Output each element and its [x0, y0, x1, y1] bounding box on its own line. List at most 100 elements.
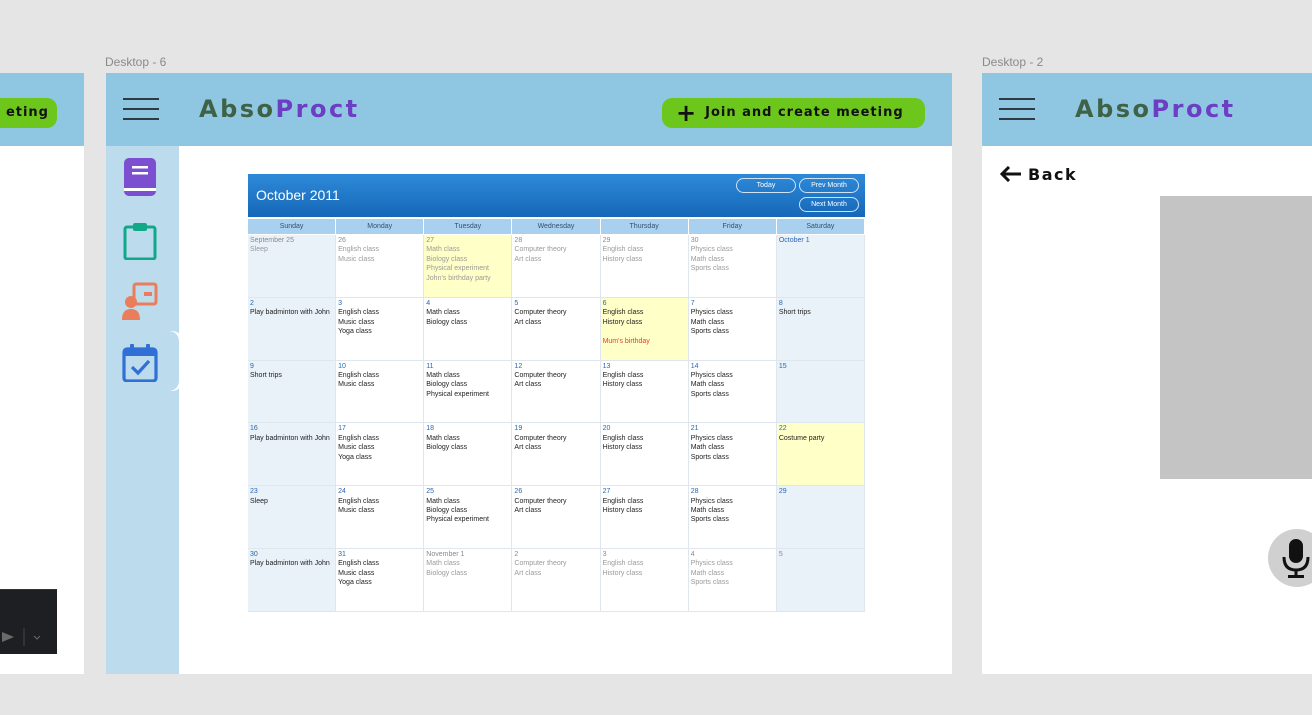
calendar-day-cell[interactable]: 4 Physics class Math class Sports class [688, 549, 777, 612]
calendar-day-cell[interactable]: 22 Costume party [776, 423, 865, 487]
calendar-day-cell[interactable]: 31 English class Music class Yoga class [336, 549, 425, 612]
calendar-event[interactable]: Computer theory [514, 245, 597, 254]
calendar-day-cell[interactable]: 23 Sleep [248, 486, 337, 549]
calendar-day-cell[interactable]: 5 Computer theory Art class [512, 297, 601, 361]
calendar-event[interactable]: Yoga class [338, 453, 421, 462]
calendar-day-cell[interactable]: 2 Computer theory Art class [512, 549, 601, 612]
calendar-event[interactable]: History class [603, 255, 686, 264]
calendar-event[interactable]: John's birthday party [426, 274, 509, 283]
calendar-event[interactable]: Biology class [426, 318, 509, 327]
calendar-special-event[interactable]: Mum's birthday [603, 337, 686, 346]
calendar-day-cell[interactable]: November 1 Math class Biology class [424, 549, 513, 612]
calendar-event[interactable]: Math class [691, 380, 774, 389]
hamburger-menu-icon[interactable] [123, 98, 159, 120]
calendar-event[interactable]: Math class [426, 497, 509, 506]
calendar-day-cell[interactable]: October 1 [776, 235, 865, 298]
calendar-event[interactable]: Sports class [691, 327, 774, 336]
today-button[interactable]: Today [736, 178, 796, 193]
calendar-event[interactable]: History class [603, 318, 686, 327]
calendar-day-cell[interactable]: 4 Math class Biology class [424, 297, 513, 361]
calendar-event[interactable]: English class [338, 245, 421, 254]
calendar-event[interactable]: English class [603, 371, 686, 380]
calendar-event[interactable]: Computer theory [514, 434, 597, 443]
calendar-event[interactable]: Play badminton with John [250, 559, 333, 568]
calendar-day-cell[interactable]: 27 Math class Biology class Physical experi… [424, 235, 513, 298]
calendar-day-cell[interactable]: 24 English class Music class [336, 486, 425, 549]
calendar-day-cell[interactable]: 27 English class History class [600, 486, 689, 549]
calendar-event[interactable]: English class [603, 308, 686, 317]
calendar-event[interactable]: Math class [691, 506, 774, 515]
calendar-event[interactable]: Music class [338, 380, 421, 389]
calendar-day-cell[interactable]: 16 Play badminton with John [248, 423, 337, 487]
calendar-event[interactable]: Sports class [691, 390, 774, 399]
calendar-event[interactable]: History class [603, 506, 686, 515]
calendar-event[interactable]: Music class [338, 255, 421, 264]
calendar-event[interactable]: Physical experiment [426, 264, 509, 273]
calendar-day-cell[interactable]: 5 [776, 549, 865, 612]
calendar-event[interactable]: Play badminton with John [250, 308, 333, 317]
calendar-check-icon[interactable] [122, 344, 158, 382]
calendar-event[interactable]: Math class [426, 308, 509, 317]
calendar-event[interactable]: Math class [691, 443, 774, 452]
calendar-event[interactable]: Sports class [691, 578, 774, 587]
calendar-day-cell[interactable]: 10 English class Music class [336, 360, 425, 424]
calendar-event[interactable]: Play badminton with John [250, 434, 333, 443]
calendar-day-cell[interactable]: September 25 Sleep [248, 235, 337, 298]
calendar-event[interactable]: Physics class [691, 559, 774, 568]
calendar-event[interactable]: English class [603, 559, 686, 568]
calendar-event[interactable]: Computer theory [514, 308, 597, 317]
calendar-event[interactable]: Art class [514, 506, 597, 515]
calendar-day-cell[interactable]: 3 English class History class [600, 549, 689, 612]
calendar-event[interactable]: Math class [426, 434, 509, 443]
calendar-event[interactable]: Physics class [691, 245, 774, 254]
calendar-event[interactable]: English class [338, 497, 421, 506]
calendar-event[interactable]: History class [603, 443, 686, 452]
calendar-day-cell[interactable]: 30 Physics class Math class Sports class [688, 235, 777, 298]
prev-month-button[interactable]: Prev Month [799, 178, 859, 193]
calendar-day-cell[interactable]: 26 English class Music class [336, 235, 425, 298]
right-hamburger-menu-icon[interactable] [999, 98, 1035, 120]
calendar-event[interactable]: History class [603, 380, 686, 389]
calendar-event[interactable]: Art class [514, 380, 597, 389]
calendar-event[interactable]: Yoga class [338, 578, 421, 587]
calendar-event[interactable]: History class [603, 569, 686, 578]
calendar-event[interactable]: English class [338, 434, 421, 443]
calendar-event[interactable]: Physical experiment [426, 390, 509, 399]
calendar-day-cell[interactable]: 6 English class History class Mum's birthda… [600, 297, 689, 361]
calendar-event[interactable]: Computer theory [514, 559, 597, 568]
calendar-day-cell[interactable]: 26 Computer theory Art class [512, 486, 601, 549]
calendar-day-cell[interactable]: 9 Short trips [248, 360, 337, 424]
calendar-event[interactable]: Music class [338, 318, 421, 327]
calendar-event[interactable]: Math class [691, 255, 774, 264]
calendar-day-cell[interactable]: 28 Computer theory Art class [512, 235, 601, 298]
calendar-day-cell[interactable]: 20 English class History class [600, 423, 689, 487]
next-month-button[interactable]: Next Month [799, 197, 859, 212]
calendar-day-cell[interactable]: 11 Math class Biology class Physical experi… [424, 360, 513, 424]
calendar-event[interactable]: Music class [338, 443, 421, 452]
calendar-event[interactable]: Biology class [426, 443, 509, 452]
calendar-event[interactable]: Art class [514, 318, 597, 327]
calendar-event[interactable]: English class [338, 559, 421, 568]
calendar-event[interactable]: Sleep [250, 497, 333, 506]
calendar-event[interactable]: Math class [691, 569, 774, 578]
calendar-day-cell[interactable]: 8 Short trips [776, 297, 865, 361]
calendar-event[interactable]: Music class [338, 569, 421, 578]
calendar-day-cell[interactable]: 21 Physics class Math class Sports class [688, 423, 777, 487]
calendar-event[interactable]: Physics class [691, 497, 774, 506]
calendar-day-cell[interactable]: 3 English class Music class Yoga class [336, 297, 425, 361]
back-button[interactable]: Back [999, 165, 1077, 184]
calendar-day-cell[interactable]: 28 Physics class Math class Sports class [688, 486, 777, 549]
calendar-event[interactable]: English class [603, 497, 686, 506]
calendar-event[interactable]: English class [603, 434, 686, 443]
join-create-meeting-button[interactable]: + Join and create meeting [662, 98, 925, 128]
microphone-button[interactable] [1268, 529, 1312, 587]
calendar-day-cell[interactable]: 29 English class History class [600, 235, 689, 298]
calendar-event[interactable]: Art class [514, 443, 597, 452]
calendar-event[interactable]: Physics class [691, 308, 774, 317]
calendar-day-cell[interactable]: 19 Computer theory Art class [512, 423, 601, 487]
calendar-day-cell[interactable]: 15 [776, 360, 865, 424]
calendar-event[interactable]: Biology class [426, 569, 509, 578]
book-icon[interactable] [122, 158, 158, 196]
calendar-day-cell[interactable]: 13 English class History class [600, 360, 689, 424]
calendar-event[interactable]: Sleep [250, 245, 333, 254]
